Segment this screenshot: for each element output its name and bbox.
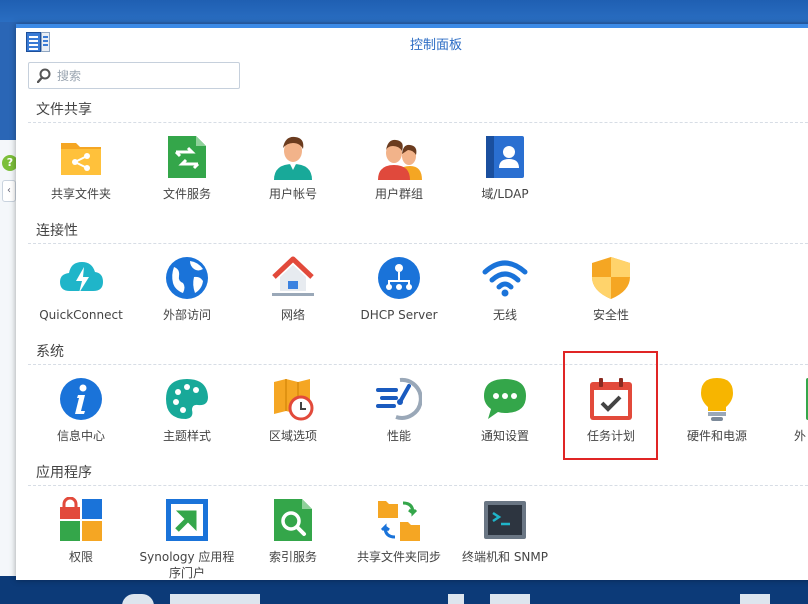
item-label: 硬件和电源 <box>686 429 747 443</box>
item-user[interactable]: 用户帐号 <box>240 130 346 212</box>
section-divider <box>28 364 808 365</box>
item-label: 用户群组 <box>374 187 423 201</box>
taskbar-app-label[interactable] <box>170 594 260 604</box>
item-external-devices[interactable]: 外 <box>770 372 808 454</box>
indexing-service-icon <box>270 497 316 543</box>
item-label: 信息中心 <box>56 429 105 443</box>
section-title-connectivity: 连接性 <box>36 223 78 239</box>
item-domain-ldap[interactable]: 域/LDAP <box>452 130 558 212</box>
item-label: 用户帐号 <box>268 187 317 201</box>
network-icon <box>270 255 316 301</box>
item-theme[interactable]: 主题样式 <box>134 372 240 454</box>
task-scheduler-icon <box>588 376 634 422</box>
item-label: 权限 <box>68 550 93 564</box>
item-shared-folder-sync[interactable]: 共享文件夹同步 <box>346 493 452 575</box>
notification-icon <box>482 376 528 422</box>
item-label: 安全性 <box>592 308 629 322</box>
hardware-power-icon <box>694 376 740 422</box>
item-label: 外部访问 <box>162 308 211 322</box>
item-label: 任务计划 <box>586 429 635 443</box>
title-bar[interactable]: 控制面板 <box>16 28 808 56</box>
quickconnect-icon <box>58 255 104 301</box>
item-label: QuickConnect <box>39 308 123 322</box>
item-indexing-service[interactable]: 索引服务 <box>240 493 346 575</box>
item-quickconnect[interactable]: QuickConnect <box>28 251 134 333</box>
taskbar <box>0 576 808 604</box>
item-wireless[interactable]: 无线 <box>452 251 558 333</box>
section-divider <box>28 243 808 244</box>
file-services-icon <box>164 134 210 180</box>
item-label: 索引服务 <box>268 550 317 564</box>
control-panel-window: 控制面板 文件共享 共享文件夹 <box>16 24 808 580</box>
section-divider <box>28 485 808 486</box>
item-label: 性能 <box>386 429 411 443</box>
item-label: 终端机和 SNMP <box>462 550 548 564</box>
section-divider <box>28 122 808 123</box>
section-title-file-sharing: 文件共享 <box>36 102 92 118</box>
item-label: 通知设置 <box>480 429 529 443</box>
section-title-system: 系统 <box>36 344 64 360</box>
item-hardware-power[interactable]: 硬件和电源 <box>664 372 770 454</box>
taskbar-gear-icon[interactable] <box>448 594 464 604</box>
item-dhcp-server[interactable]: DHCP Server <box>346 251 452 333</box>
item-notification[interactable]: 通知设置 <box>452 372 558 454</box>
window-title: 控制面板 <box>409 38 462 53</box>
theme-icon <box>164 376 210 422</box>
item-label: 共享文件夹 <box>50 187 111 201</box>
item-info-center[interactable]: 信息中心 <box>28 372 134 454</box>
back-button[interactable]: ‹ <box>2 180 16 202</box>
dhcp-server-icon <box>376 255 422 301</box>
regional-options-icon <box>270 376 316 422</box>
wireless-icon <box>482 255 528 301</box>
item-label: 区域选项 <box>268 429 317 443</box>
search-input[interactable] <box>57 66 235 85</box>
item-application-portal[interactable]: Synology 应用程序门户 <box>134 493 240 580</box>
shared-folder-icon <box>58 134 104 180</box>
item-external-access[interactable]: 外部访问 <box>134 251 240 333</box>
search-icon <box>37 68 51 83</box>
section-title-applications: 应用程序 <box>36 465 92 481</box>
user-icon <box>270 134 316 180</box>
item-task-scheduler[interactable]: 任务计划 <box>558 372 664 454</box>
item-file-services[interactable]: 文件服务 <box>134 130 240 212</box>
domain-ldap-icon <box>482 134 528 180</box>
item-label: 网络 <box>280 308 305 322</box>
group-icon <box>376 134 422 180</box>
item-label: 外 <box>794 429 807 443</box>
security-icon <box>588 255 634 301</box>
item-label: 无线 <box>492 308 517 322</box>
item-network[interactable]: 网络 <box>240 251 346 333</box>
item-shared-folder[interactable]: 共享文件夹 <box>28 130 134 212</box>
privileges-icon <box>58 497 104 543</box>
info-center-icon <box>58 376 104 422</box>
terminal-snmp-icon <box>482 497 528 543</box>
item-label: DHCP Server <box>360 308 438 322</box>
item-label: 主题样式 <box>162 429 211 443</box>
item-privileges[interactable]: 权限 <box>28 493 134 575</box>
taskbar-app-label[interactable] <box>490 594 530 604</box>
desktop-top-strip <box>0 0 808 22</box>
item-performance[interactable]: 性能 <box>346 372 452 454</box>
item-security[interactable]: 安全性 <box>558 251 664 333</box>
performance-icon <box>376 376 422 422</box>
item-regional-options[interactable]: 区域选项 <box>240 372 346 454</box>
item-label: 域/LDAP <box>481 187 529 201</box>
item-label: Synology 应用程序门户 <box>139 550 235 580</box>
external-access-icon <box>164 255 210 301</box>
search-box[interactable] <box>28 62 240 89</box>
taskbar-app-icon[interactable] <box>122 594 154 604</box>
taskbar-app-icon[interactable] <box>740 594 770 604</box>
shared-folder-sync-icon <box>376 497 422 543</box>
item-label: 文件服务 <box>162 187 211 201</box>
external-devices-icon <box>804 376 808 422</box>
item-group[interactable]: 用户群组 <box>346 130 452 212</box>
application-portal-icon <box>164 497 210 543</box>
item-terminal-snmp[interactable]: 终端机和 SNMP <box>452 493 558 575</box>
item-label: 共享文件夹同步 <box>356 550 441 564</box>
